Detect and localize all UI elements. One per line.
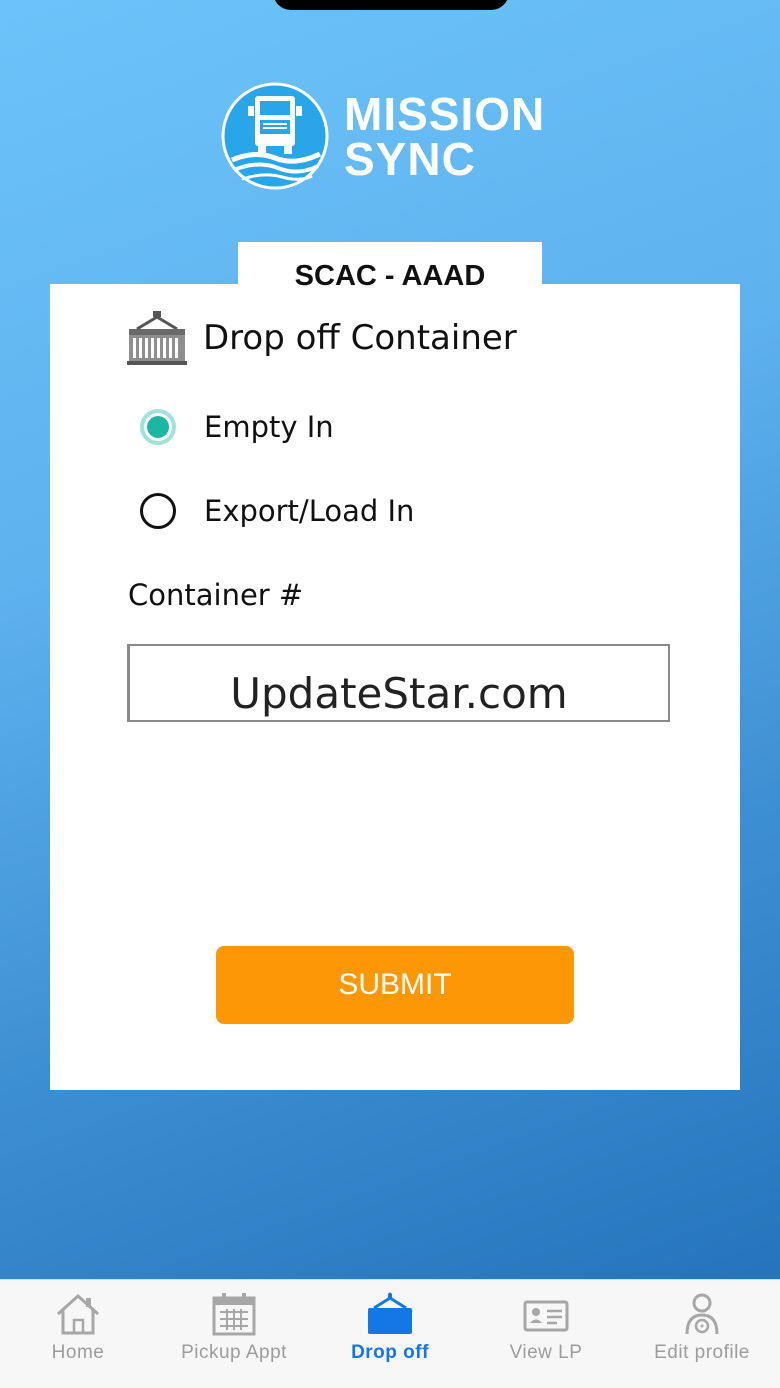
tab-drop-off-label: Drop off — [351, 1342, 429, 1363]
section-header: Drop off Container — [127, 310, 517, 366]
radio-empty-in[interactable] — [140, 409, 176, 445]
home-icon — [56, 1293, 100, 1335]
scac-title: SCAC - AAAD — [238, 242, 542, 302]
mission-sync-logo: MISSION SYNC — [220, 82, 565, 192]
drop-off-form-card: Drop off Container Empty In Export/Load … — [50, 284, 740, 1090]
id-card-icon — [523, 1300, 569, 1332]
container-number-label: Container # — [128, 578, 304, 612]
option-empty-in-label: Empty In — [204, 410, 334, 444]
tab-edit-profile-label: Edit profile — [654, 1342, 750, 1363]
brand-line-2: SYNC — [344, 133, 476, 185]
container-crane-icon — [127, 311, 187, 365]
tab-view-lp-label: View LP — [509, 1342, 583, 1363]
submit-button[interactable]: SUBMIT — [216, 946, 574, 1024]
device-notch — [273, 0, 509, 10]
option-empty-in[interactable]: Empty In — [140, 409, 334, 445]
tab-home[interactable]: Home — [0, 1280, 156, 1388]
option-export-load-in-label: Export/Load In — [204, 494, 415, 528]
tab-home-label: Home — [51, 1342, 105, 1363]
driver-icon — [685, 1293, 719, 1335]
tab-view-lp[interactable]: View LP — [468, 1280, 624, 1388]
container-crane-icon — [368, 1292, 412, 1334]
option-export-load-in[interactable]: Export/Load In — [140, 493, 414, 529]
truck-logo-icon — [221, 82, 329, 190]
bottom-tab-bar: Home Pickup Appt Drop off View LP Edit p… — [0, 1279, 780, 1388]
tab-edit-profile[interactable]: Edit profile — [624, 1280, 780, 1388]
tab-drop-off[interactable]: Drop off — [312, 1280, 468, 1388]
tab-pickup-appt-label: Pickup Appt — [181, 1342, 287, 1363]
section-title: Drop off Container — [203, 318, 517, 358]
brand-name: MISSION SYNC — [344, 88, 546, 185]
radio-export-load-in[interactable] — [140, 493, 176, 529]
tab-pickup-appt[interactable]: Pickup Appt — [156, 1280, 312, 1388]
calendar-icon — [212, 1293, 256, 1336]
container-number-input[interactable]: UpdateStar.com — [127, 644, 670, 722]
brand-line-1: MISSION — [344, 88, 546, 140]
